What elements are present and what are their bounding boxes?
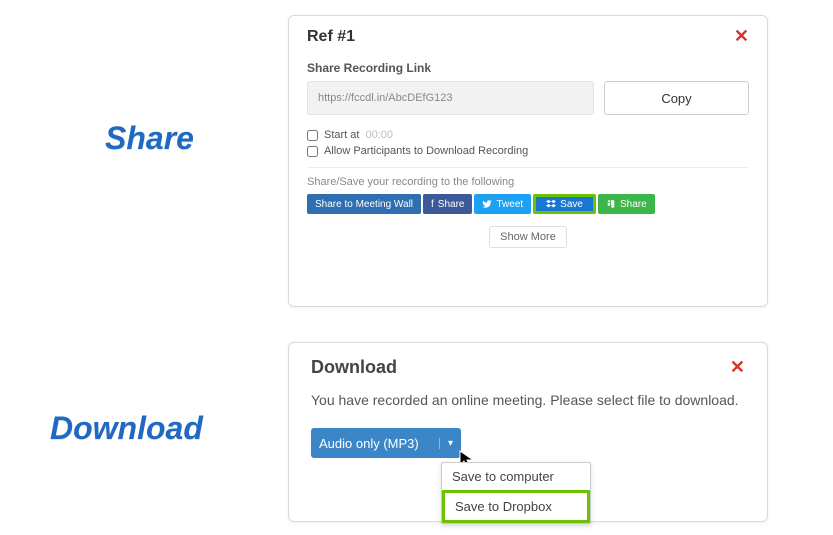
share-panel-title: Ref #1 (307, 28, 355, 46)
copy-button[interactable]: Copy (604, 81, 749, 115)
evernote-share-label: Share (620, 199, 647, 210)
share-meeting-wall-button[interactable]: Share to Meeting Wall (307, 194, 421, 214)
download-format-label: Audio only (MP3) (319, 436, 419, 451)
download-format-button[interactable]: Audio only (MP3) ▾ (311, 428, 461, 458)
chevron-down-icon: ▾ (439, 438, 453, 449)
facebook-icon: f (431, 199, 434, 210)
download-save-menu: Save to computer Save to Dropbox (441, 462, 591, 524)
start-at-row[interactable]: Start at 00:00 (307, 129, 749, 141)
download-message: You have recorded an online meeting. Ple… (311, 392, 745, 408)
share-link-label: Share Recording Link (307, 61, 749, 75)
dropbox-save-button[interactable]: Save (533, 194, 596, 214)
allow-download-row[interactable]: Allow Participants to Download Recording (307, 145, 749, 157)
share-panel: Ref #1 ✕ Share Recording Link Copy Start… (288, 15, 768, 307)
download-panel: Download ✕ You have recorded an online m… (288, 342, 768, 522)
start-at-checkbox[interactable] (307, 130, 318, 141)
start-at-label: Start at (324, 129, 359, 141)
share-link-input[interactable] (307, 81, 594, 115)
dropbox-save-label: Save (560, 199, 583, 210)
social-share-row: Share to Meeting Wall f Share Tweet Save… (307, 194, 749, 214)
facebook-share-button[interactable]: f Share (423, 194, 472, 214)
share-section-label: Share (105, 120, 194, 157)
allow-download-label: Allow Participants to Download Recording (324, 145, 528, 157)
facebook-share-label: Share (438, 199, 465, 210)
download-section-label: Download (50, 410, 203, 447)
save-to-computer-item[interactable]: Save to computer (442, 463, 590, 490)
divider (307, 167, 749, 168)
twitter-tweet-button[interactable]: Tweet (474, 194, 531, 214)
show-more-button[interactable]: Show More (489, 226, 567, 248)
close-icon[interactable]: ✕ (734, 26, 749, 47)
save-to-dropbox-item[interactable]: Save to Dropbox (442, 490, 590, 523)
allow-download-checkbox[interactable] (307, 146, 318, 157)
evernote-icon (606, 199, 616, 209)
share-save-note: Share/Save your recording to the followi… (307, 176, 749, 188)
twitter-tweet-label: Tweet (496, 199, 523, 210)
dropbox-icon (546, 199, 556, 209)
twitter-icon (482, 199, 492, 209)
download-panel-title: Download (311, 357, 397, 378)
evernote-share-button[interactable]: Share (598, 194, 655, 214)
start-at-time: 00:00 (365, 129, 393, 141)
close-icon[interactable]: ✕ (730, 357, 745, 378)
download-format-dropdown: Audio only (MP3) ▾ Save to computer Save… (311, 428, 471, 458)
